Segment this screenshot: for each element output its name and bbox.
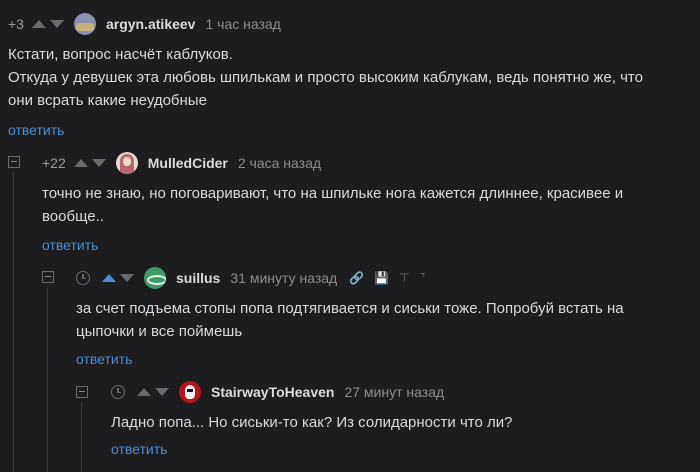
thread-line[interactable] [13,172,14,472]
timestamp[interactable]: 2 часа назад [238,155,321,171]
downvote-icon[interactable] [91,159,106,167]
downvote-icon[interactable] [120,274,134,282]
timestamp[interactable]: 1 час назад [205,16,280,32]
jump-top-icon[interactable]: ⊤ [399,271,409,285]
thread-line[interactable] [47,287,48,472]
comment-header: +22 MulledCider 2 часа назад [42,152,333,174]
rating: +22 [42,155,66,171]
timestamp[interactable]: 31 минуту назад [230,270,337,286]
comment-text: за счет подъема стопы попа подтягивается… [76,300,624,340]
more-icon[interactable]: ⌝ [420,271,426,285]
avatar[interactable] [73,13,96,35]
username[interactable]: StairwayToHeaven [211,384,334,400]
upvote-icon[interactable] [137,388,151,396]
username[interactable]: argyn.atikeev [106,16,196,32]
username[interactable]: MulledCider [148,155,228,171]
comment-text: Ладно попа... Но сиськи-то как? Из солид… [111,414,513,431]
upvote-icon[interactable] [73,159,88,167]
downvote-icon[interactable] [49,20,64,28]
downvote-icon[interactable] [155,388,169,396]
rating: +3 [8,16,24,32]
reply-link[interactable]: ответить [42,237,98,253]
comment-text: точно не знаю, но поговаривают, что на ш… [42,185,624,225]
comment-text: Кстати, вопрос насчёт каблуков. Откуда у… [8,46,643,109]
comment-header: StairwayToHeaven 27 минут назад [111,381,456,403]
reply-link[interactable]: ответить [111,441,167,457]
reply-link[interactable]: ответить [8,122,64,138]
save-icon[interactable]: 💾 [374,271,389,285]
clock-icon [111,385,125,399]
avatar[interactable] [179,381,201,403]
avatar[interactable] [144,267,166,289]
collapse-button[interactable] [76,386,88,398]
reply-link[interactable]: ответить [76,351,132,367]
username[interactable]: suillus [176,270,220,286]
link-icon[interactable]: 🔗 [349,271,364,285]
comment-header: +3 argyn.atikeev 1 час назад [8,13,293,35]
clock-icon [76,271,90,285]
avatar[interactable] [115,152,138,174]
timestamp[interactable]: 27 минут назад [344,384,444,400]
upvote-icon[interactable] [31,20,46,28]
collapse-button[interactable] [42,271,54,283]
upvote-icon[interactable] [102,274,116,282]
collapse-button[interactable] [8,156,20,168]
comment-header: suillus 31 минуту назад 🔗 💾 ⊤ ⌝ [76,267,435,289]
thread-line[interactable] [81,402,82,472]
